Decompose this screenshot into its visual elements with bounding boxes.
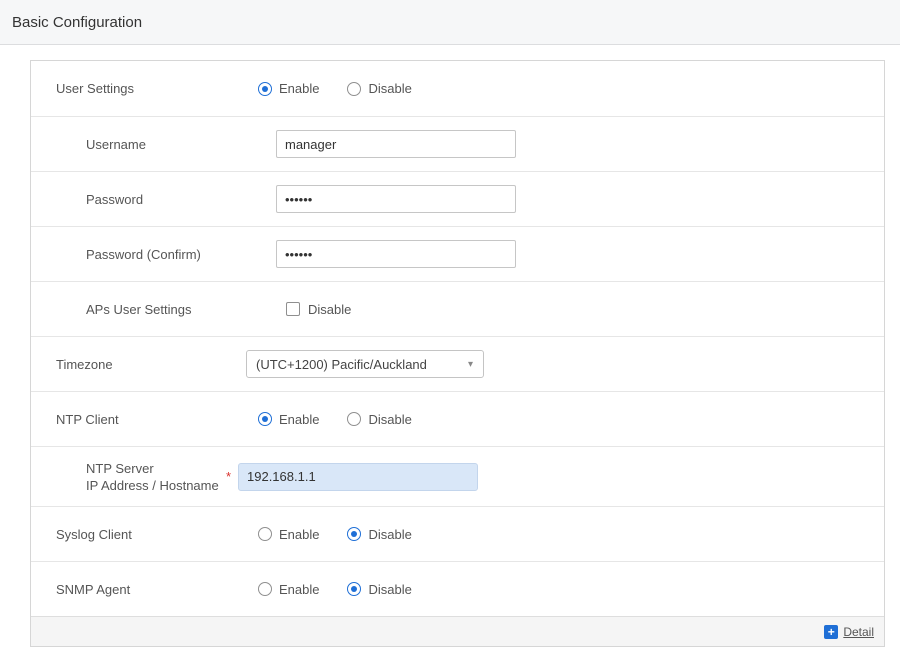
password-confirm-label: Password (Confirm) bbox=[86, 247, 276, 262]
radio-icon bbox=[258, 527, 272, 541]
page-title: Basic Configuration bbox=[12, 14, 142, 31]
username-label: Username bbox=[86, 137, 276, 152]
user-settings-enable-radio[interactable]: Enable bbox=[258, 81, 319, 96]
password-confirm-row: Password (Confirm) bbox=[31, 226, 884, 281]
radio-icon bbox=[347, 412, 361, 426]
syslog-client-row: Syslog Client Enable Disable bbox=[31, 506, 884, 561]
radio-label: Enable bbox=[279, 582, 319, 597]
ntp-server-label-line2: IP Address / Hostname bbox=[86, 477, 226, 494]
ntp-server-label: NTP Server IP Address / Hostname bbox=[86, 460, 226, 494]
user-settings-radio-group: Enable Disable bbox=[258, 81, 412, 96]
chevron-down-icon: ▾ bbox=[468, 359, 473, 370]
radio-label: Disable bbox=[368, 412, 411, 427]
detail-link[interactable]: + Detail bbox=[824, 625, 874, 639]
checkbox-label: Disable bbox=[308, 302, 351, 317]
radio-icon bbox=[258, 412, 272, 426]
ntp-client-radio-group: Enable Disable bbox=[258, 412, 412, 427]
syslog-client-radio-group: Enable Disable bbox=[258, 527, 412, 542]
snmp-agent-disable-radio[interactable]: Disable bbox=[347, 582, 411, 597]
radio-icon bbox=[347, 82, 361, 96]
ntp-server-label-line1: NTP Server bbox=[86, 460, 226, 477]
timezone-select[interactable]: (UTC+1200) Pacific/Auckland ▾ bbox=[246, 350, 484, 378]
password-row: Password bbox=[31, 171, 884, 226]
radio-icon bbox=[258, 582, 272, 596]
syslog-client-enable-radio[interactable]: Enable bbox=[258, 527, 319, 542]
checkbox-icon bbox=[286, 302, 300, 316]
syslog-client-label: Syslog Client bbox=[56, 527, 246, 542]
radio-label: Enable bbox=[279, 81, 319, 96]
radio-icon bbox=[347, 582, 361, 596]
radio-icon bbox=[347, 527, 361, 541]
detail-label: Detail bbox=[843, 625, 874, 639]
plus-icon: + bbox=[824, 625, 838, 639]
password-confirm-input[interactable] bbox=[276, 240, 516, 268]
password-label: Password bbox=[86, 192, 276, 207]
snmp-agent-row: SNMP Agent Enable Disable bbox=[31, 561, 884, 616]
timezone-row: Timezone (UTC+1200) Pacific/Auckland ▾ bbox=[31, 336, 884, 391]
aps-user-settings-disable-checkbox[interactable]: Disable bbox=[286, 302, 351, 317]
radio-icon bbox=[258, 82, 272, 96]
ntp-client-enable-radio[interactable]: Enable bbox=[258, 412, 319, 427]
password-input[interactable] bbox=[276, 185, 516, 213]
radio-label: Disable bbox=[368, 582, 411, 597]
timezone-label: Timezone bbox=[56, 357, 246, 372]
user-settings-disable-radio[interactable]: Disable bbox=[347, 81, 411, 96]
radio-label: Enable bbox=[279, 412, 319, 427]
syslog-client-disable-radio[interactable]: Disable bbox=[347, 527, 411, 542]
user-settings-row: User Settings Enable Disable bbox=[31, 61, 884, 116]
radio-label: Disable bbox=[368, 527, 411, 542]
radio-label: Disable bbox=[368, 81, 411, 96]
basic-configuration-panel: User Settings Enable Disable Username Pa… bbox=[30, 60, 885, 647]
required-asterisk: * bbox=[226, 469, 234, 484]
username-input[interactable] bbox=[276, 130, 516, 158]
aps-user-settings-label: APs User Settings bbox=[86, 302, 276, 317]
snmp-agent-radio-group: Enable Disable bbox=[258, 582, 412, 597]
ntp-client-label: NTP Client bbox=[56, 412, 246, 427]
radio-label: Enable bbox=[279, 527, 319, 542]
timezone-selected-value: (UTC+1200) Pacific/Auckland bbox=[256, 357, 427, 372]
ntp-server-input[interactable] bbox=[238, 463, 478, 491]
ntp-client-row: NTP Client Enable Disable bbox=[31, 391, 884, 446]
snmp-agent-label: SNMP Agent bbox=[56, 582, 246, 597]
user-settings-label: User Settings bbox=[56, 81, 246, 96]
panel-footer: + Detail bbox=[31, 616, 884, 646]
snmp-agent-enable-radio[interactable]: Enable bbox=[258, 582, 319, 597]
page-header: Basic Configuration bbox=[0, 0, 900, 45]
ntp-server-row: NTP Server IP Address / Hostname * bbox=[31, 446, 884, 506]
ntp-client-disable-radio[interactable]: Disable bbox=[347, 412, 411, 427]
aps-user-settings-row: APs User Settings Disable bbox=[31, 281, 884, 336]
username-row: Username bbox=[31, 116, 884, 171]
